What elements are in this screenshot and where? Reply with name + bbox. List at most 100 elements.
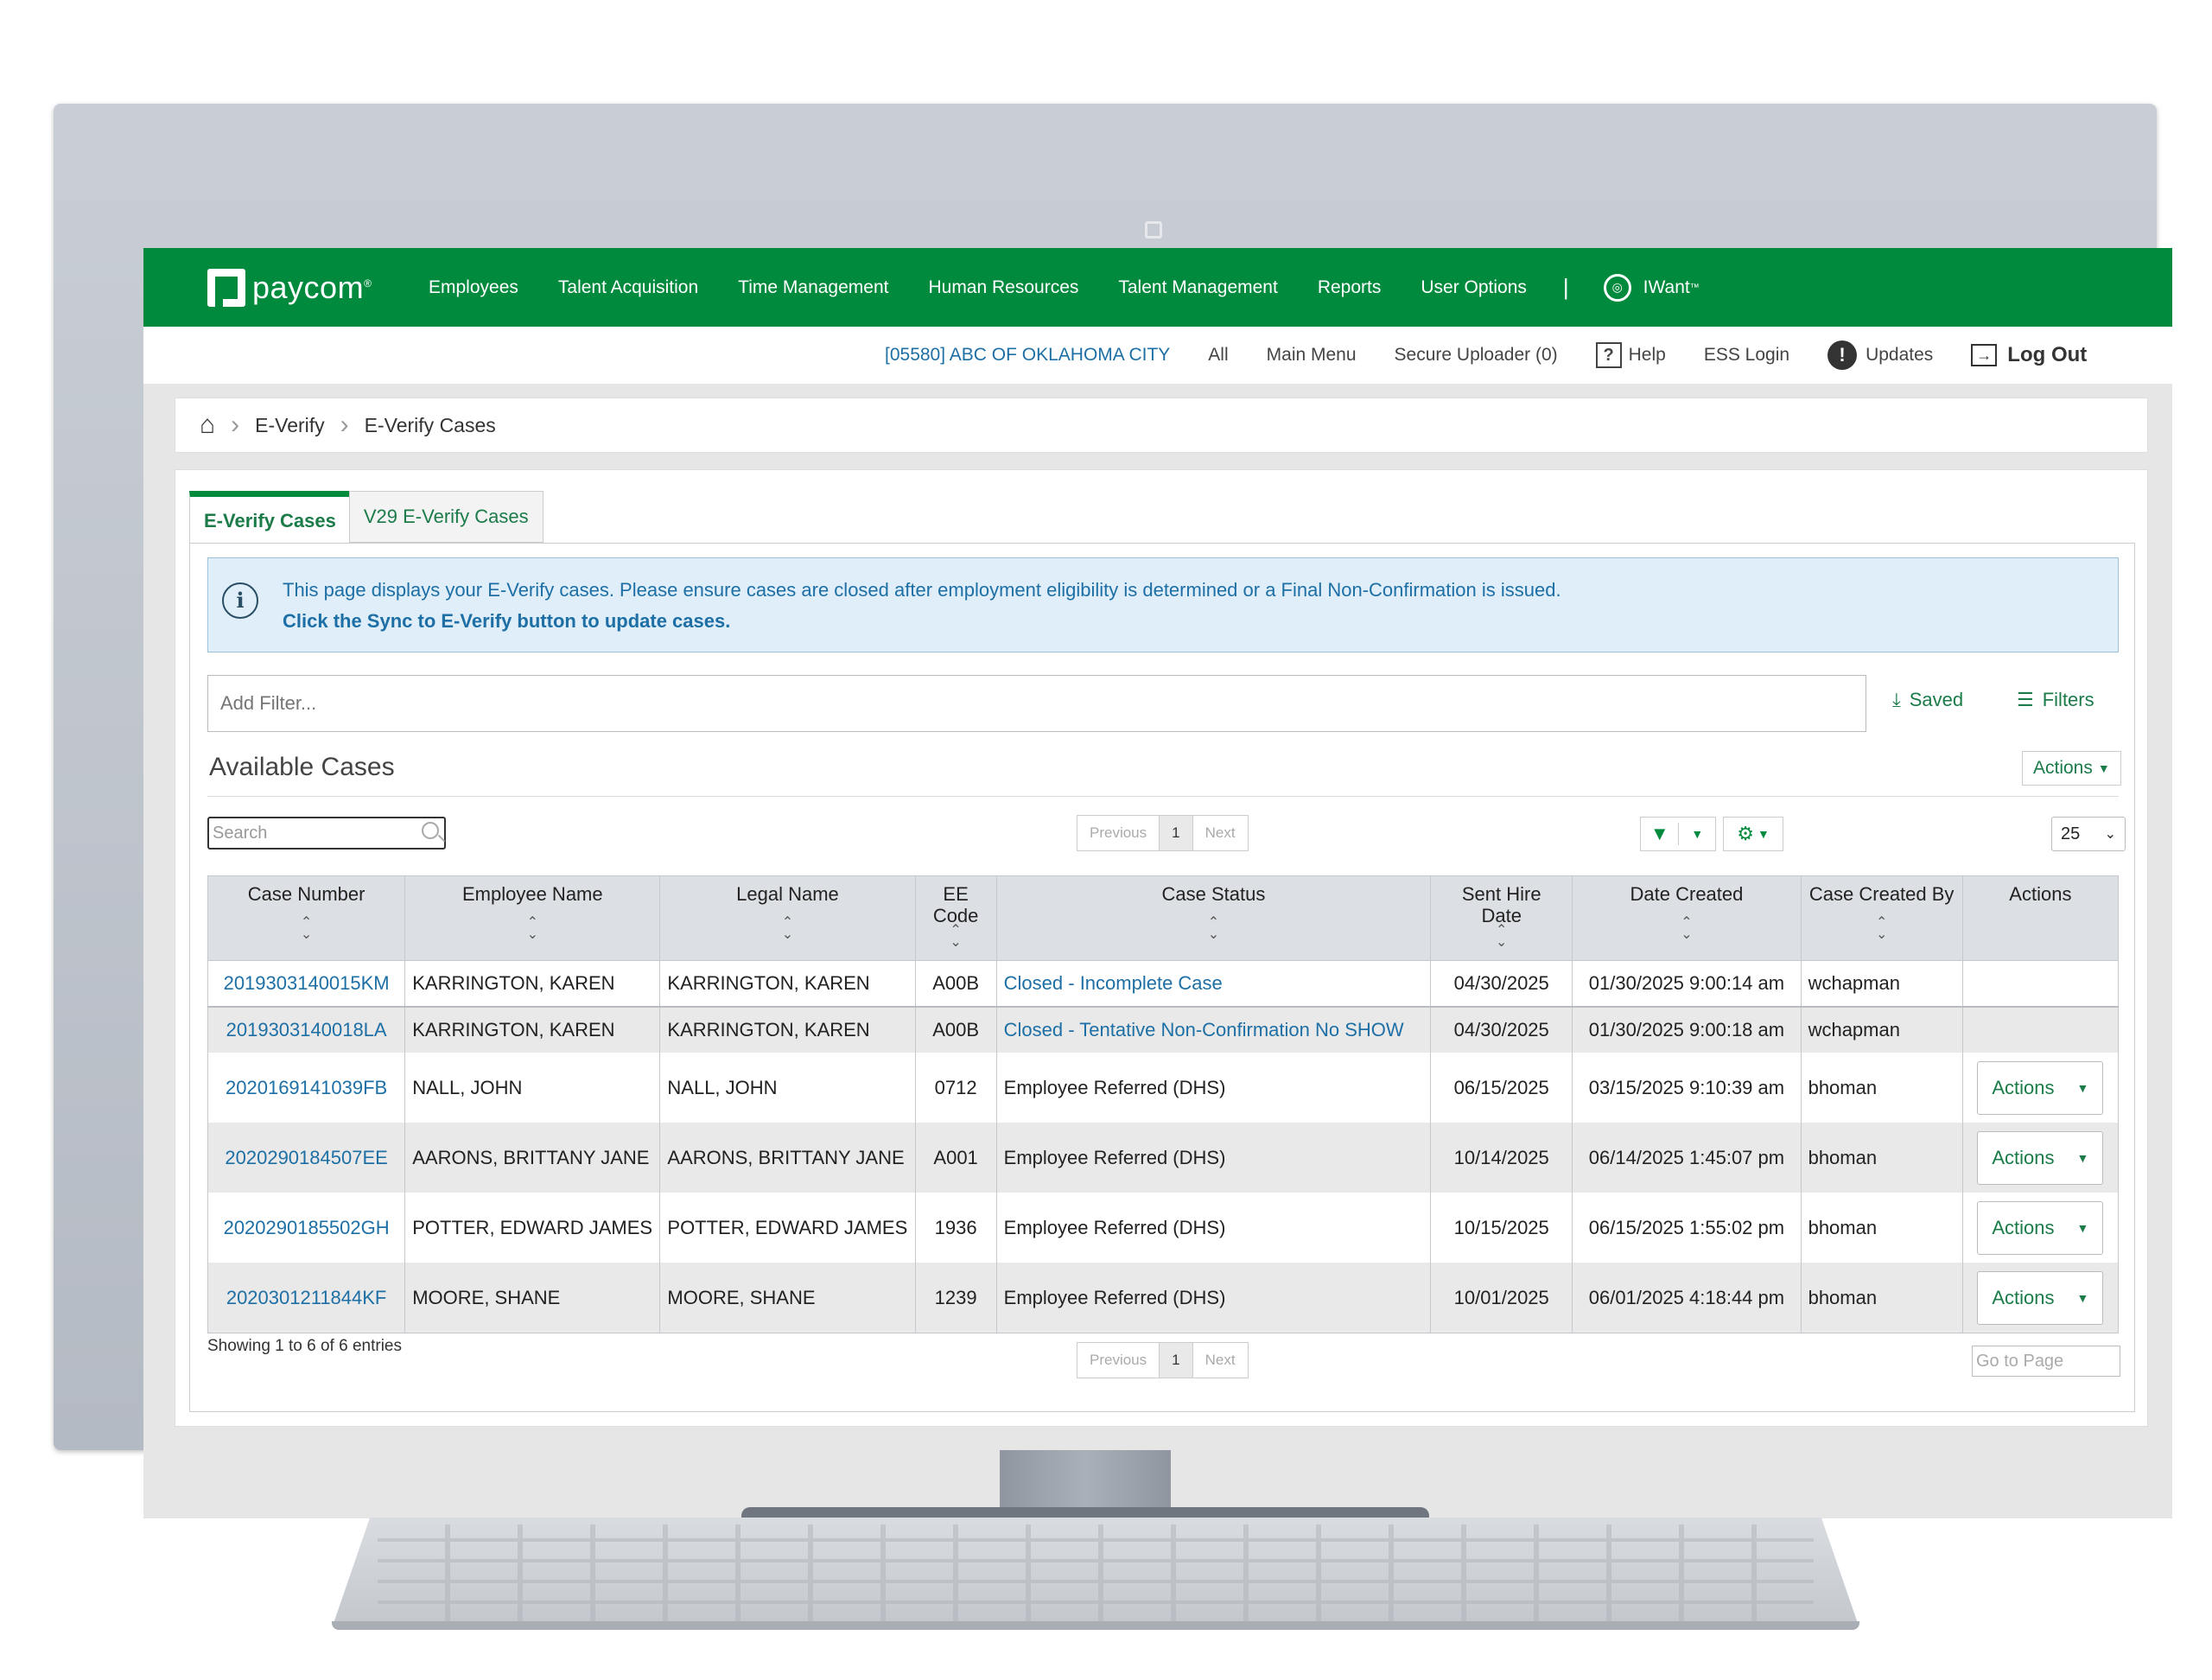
next-page-button[interactable]: Next: [1193, 816, 1248, 850]
col-employee-name[interactable]: Employee Name ⌃ ⌄: [404, 875, 661, 961]
nav-talent-acquisition[interactable]: Talent Acquisition: [558, 277, 698, 298]
current-page[interactable]: 1: [1160, 1343, 1193, 1378]
case-number-link[interactable]: 2020301211844KF: [207, 1263, 406, 1333]
table-row: 2019303140018LA KARRINGTON, KAREN KARRIN…: [207, 1007, 2120, 1053]
table-search-input[interactable]: Search: [207, 817, 446, 850]
case-number-link[interactable]: 2020290184507EE: [207, 1123, 406, 1193]
date-created: 01/30/2025 9:00:18 am: [1572, 1007, 1802, 1053]
row-actions-cell: Actions ▼: [1961, 1193, 2120, 1263]
info-banner: i This page displays your E-Verify cases…: [207, 557, 2119, 652]
page-size-value: 25: [2061, 824, 2081, 843]
monitor-stand: [1000, 1450, 1171, 1514]
sent-hire-date: 04/30/2025: [1430, 960, 1573, 1008]
case-number-link[interactable]: 2020169141039FB: [207, 1053, 406, 1123]
col-ee-code[interactable]: EE Code ⌃ ⌄: [914, 875, 997, 961]
help-link[interactable]: ? Help: [1595, 342, 1666, 368]
col-case-status[interactable]: Case Status ⌃ ⌄: [995, 875, 1432, 961]
updates-link[interactable]: ! Updates: [1827, 340, 1933, 370]
section-actions-dropdown[interactable]: Actions ▼: [2022, 751, 2121, 786]
breadcrumb-e-verify[interactable]: E-Verify: [255, 414, 325, 437]
home-icon[interactable]: ⌂: [200, 410, 215, 440]
case-number-link[interactable]: 2019303140015KM: [207, 960, 406, 1008]
next-page-button[interactable]: Next: [1193, 1343, 1248, 1378]
nav-employees[interactable]: Employees: [429, 277, 518, 298]
breadcrumb: ⌂ › E-Verify › E-Verify Cases: [175, 398, 2148, 453]
logo-text: paycom: [252, 269, 365, 305]
subnav-ess-login[interactable]: ESS Login: [1704, 345, 1789, 366]
date-created: 06/14/2025 1:45:07 pm: [1572, 1123, 1802, 1193]
col-case-number[interactable]: Case Number ⌃ ⌄: [207, 875, 406, 961]
sent-hire-date: 10/15/2025: [1430, 1193, 1573, 1263]
column-filter-dropdown[interactable]: ▼ ▼: [1640, 817, 1716, 851]
header-label: Actions: [2009, 883, 2072, 905]
header-label: Case Number: [247, 883, 365, 905]
go-to-page-placeholder: Go to Page: [1976, 1352, 2064, 1371]
previous-page-button[interactable]: Previous: [1077, 816, 1160, 850]
iwant-button[interactable]: ◎ IWant ™: [1603, 273, 1700, 302]
log-out-button[interactable]: → Log Out: [1971, 343, 2087, 367]
col-sent-hire-date[interactable]: Sent Hire Date ⌃ ⌄: [1430, 875, 1573, 961]
case-number-link[interactable]: 2020290185502GH: [207, 1193, 406, 1263]
col-case-created-by[interactable]: Case Created By ⌃ ⌄: [1800, 875, 1963, 961]
filters-button[interactable]: ☰ Filters: [2017, 689, 2094, 711]
paycom-logo[interactable]: paycom®: [207, 268, 389, 307]
col-legal-name[interactable]: Legal Name ⌃ ⌄: [659, 875, 916, 961]
help-label: Help: [1628, 345, 1666, 365]
table-settings-dropdown[interactable]: ⚙ ▼: [1723, 817, 1783, 851]
secondary-navigation: [05580] ABC OF OKLAHOMA CITY All Main Me…: [143, 327, 2172, 384]
page-size-select[interactable]: 25 ⌄: [2051, 817, 2126, 851]
case-status-link[interactable]: Closed - Tentative Non-Confirmation No S…: [995, 1007, 1432, 1053]
section-actions-label: Actions: [2033, 758, 2093, 778]
sort-icon: ⌃ ⌄: [1875, 915, 1888, 942]
info-text: This page displays your E-Verify cases. …: [283, 579, 1561, 601]
cases-table: Case Number ⌃ ⌄ Employee Name ⌃ ⌄ Legal Name…: [207, 875, 2120, 1333]
employee-name: AARONS, BRITTANY JANE: [404, 1123, 661, 1193]
saved-label: Saved: [1909, 689, 1964, 710]
row-actions-button[interactable]: Actions ▼: [1977, 1060, 2104, 1115]
add-filter-input[interactable]: [207, 675, 1866, 732]
case-number-link[interactable]: 2019303140018LA: [207, 1007, 406, 1053]
row-actions-button[interactable]: Actions ▼: [1977, 1270, 2104, 1325]
webcam-icon: [1145, 221, 1162, 239]
case-created-by: bhoman: [1800, 1053, 1963, 1123]
ee-code: 1936: [914, 1193, 997, 1263]
row-actions-button[interactable]: Actions ▼: [1977, 1130, 2104, 1185]
filter-lines-icon: ☰: [2017, 689, 2034, 710]
row-actions-cell: Actions ▼: [1961, 1123, 2120, 1193]
previous-page-button[interactable]: Previous: [1077, 1343, 1160, 1378]
nav-human-resources[interactable]: Human Resources: [928, 277, 1078, 298]
date-created: 06/01/2025 4:18:44 pm: [1572, 1263, 1802, 1333]
ee-code: A00B: [914, 1007, 997, 1053]
sort-icon: ⌃ ⌄: [1496, 923, 1508, 950]
case-status-link[interactable]: Closed - Incomplete Case: [995, 960, 1432, 1008]
tab-bar: E-Verify Cases V29 E-Verify Cases: [189, 491, 543, 544]
subnav-all[interactable]: All: [1208, 345, 1228, 366]
tab-e-verify-cases[interactable]: E-Verify Cases: [189, 491, 350, 544]
legal-name: KARRINGTON, KAREN: [659, 1007, 916, 1053]
pagination-bottom: Previous 1 Next: [1077, 1342, 1249, 1378]
nav-talent-management[interactable]: Talent Management: [1118, 277, 1277, 298]
tab-v29-e-verify-cases[interactable]: V29 E-Verify Cases: [348, 491, 543, 543]
legal-name: POTTER, EDWARD JAMES: [659, 1193, 916, 1263]
nav-time-management[interactable]: Time Management: [738, 277, 888, 298]
header-label: EE Code: [932, 883, 979, 926]
subnav-secure-uploader[interactable]: Secure Uploader (0): [1395, 345, 1558, 366]
table-row: 2020290184507EE AARONS, BRITTANY JANE AA…: [207, 1123, 2120, 1193]
case-created-by: wchapman: [1800, 960, 1963, 1008]
subnav-main-menu[interactable]: Main Menu: [1267, 345, 1357, 366]
sent-hire-date: 10/14/2025: [1430, 1123, 1573, 1193]
nav-reports[interactable]: Reports: [1318, 277, 1382, 298]
go-to-page-input[interactable]: Go to Page: [1972, 1346, 2120, 1377]
sort-icon: ⌃ ⌄: [300, 915, 313, 942]
row-actions-button[interactable]: Actions ▼: [1977, 1200, 2104, 1255]
company-selector[interactable]: [05580] ABC OF OKLAHOMA CITY: [885, 345, 1170, 366]
nav-user-options[interactable]: User Options: [1421, 277, 1527, 298]
current-page[interactable]: 1: [1160, 816, 1193, 850]
col-date-created[interactable]: Date Created ⌃ ⌄: [1572, 875, 1802, 961]
tab-content: i This page displays your E-Verify cases…: [189, 543, 2135, 1412]
caret-down-icon: ▼: [1691, 827, 1704, 841]
sort-icon: ⌃ ⌄: [526, 915, 538, 942]
paycom-logo-icon: [207, 268, 245, 307]
sent-hire-date: 06/15/2025: [1430, 1053, 1573, 1123]
saved-filters-button[interactable]: ⤓ Saved: [1892, 689, 1963, 711]
